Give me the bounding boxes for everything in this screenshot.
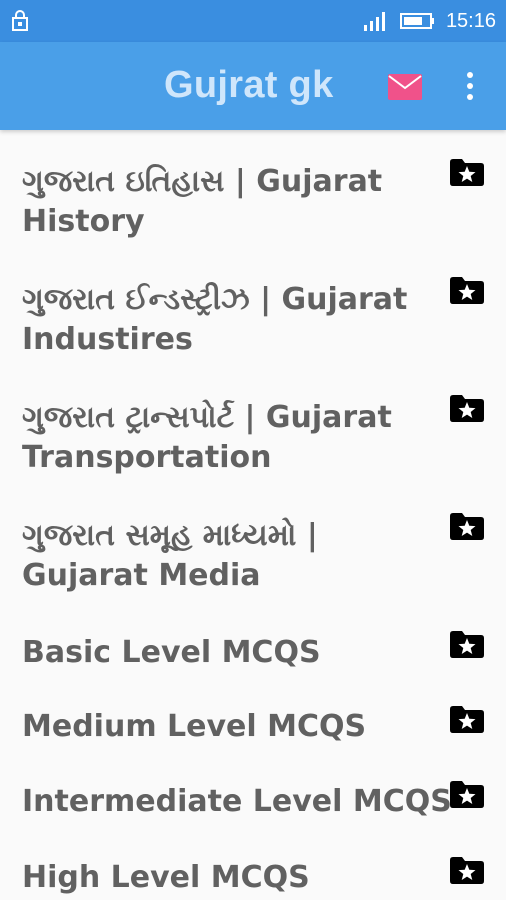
item-label: ગુજરાત સમૂહ માધ્યમો | Gujarat Media (22, 518, 318, 593)
item-label: Basic Level MCQS (22, 635, 321, 670)
app-title: Gujrat gk (164, 64, 334, 106)
folder-star-icon[interactable] (450, 394, 484, 422)
lock-icon (12, 10, 28, 31)
folder-star-icon[interactable] (450, 276, 484, 304)
more-vert-icon[interactable] (462, 70, 478, 102)
battery-icon (399, 13, 434, 29)
folder-star-icon[interactable] (450, 705, 484, 733)
folder-star-icon[interactable] (450, 158, 484, 186)
item-label: ગુજરાત ઇતિહાસ | Gujarat History (22, 164, 383, 239)
item-label: ગુજરાત ઈન્ડસ્ટ્રીઝ | Gujarat Industires (22, 282, 408, 357)
item-label: Medium Level MCQS (22, 709, 367, 744)
app-bar: Gujrat gk (0, 42, 506, 130)
mail-icon[interactable] (388, 74, 422, 100)
folder-star-icon[interactable] (450, 512, 484, 540)
signal-icon (363, 12, 385, 31)
status-time: 15:16 (445, 9, 496, 32)
folder-star-icon[interactable] (450, 856, 484, 884)
item-label: Intermediate Level MCQS (22, 784, 452, 819)
item-label: ગુજરાત ટ્રાન્સપોર્ટ | Gujarat Transporta… (22, 400, 392, 475)
folder-star-icon[interactable] (450, 780, 484, 808)
item-label: High Level MCQS (22, 860, 310, 895)
folder-star-icon[interactable] (450, 630, 484, 658)
status-bar: 15:16 (0, 0, 506, 42)
